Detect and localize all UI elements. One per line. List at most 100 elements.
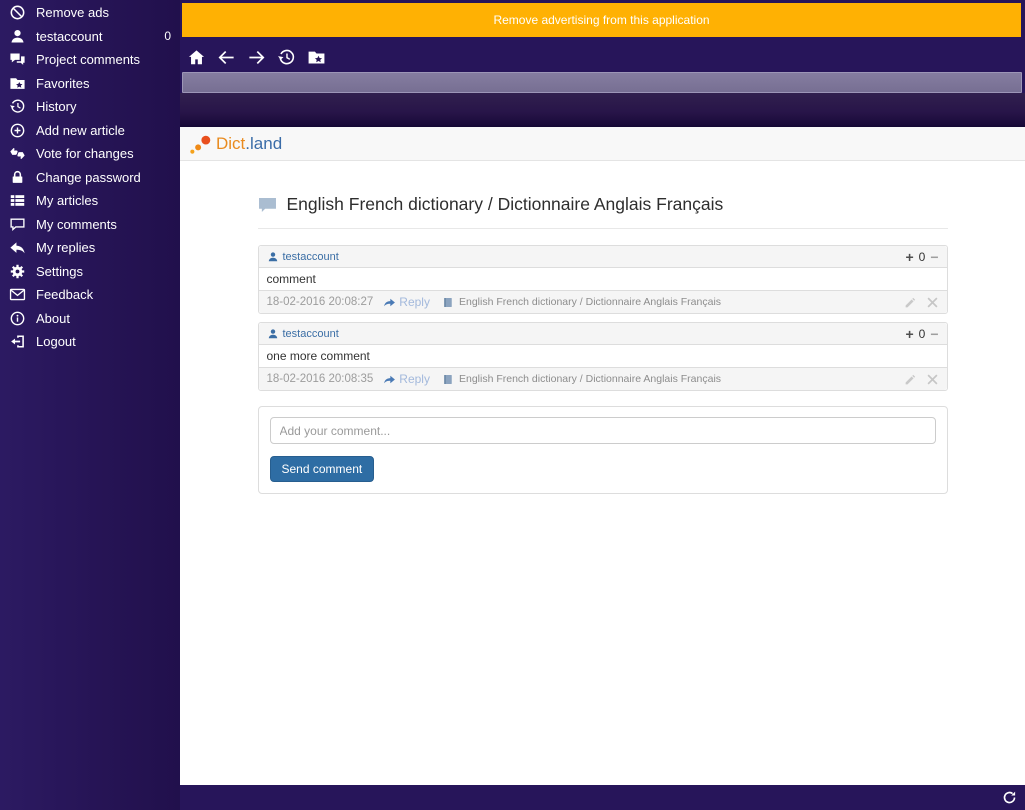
sidebar-item-label: Feedback — [36, 287, 94, 303]
sidebar-item-about[interactable]: About — [0, 307, 180, 331]
comment-author-name: testaccount — [282, 327, 339, 340]
comment-author-link[interactable]: testaccount — [267, 328, 339, 340]
comment-card-footer: 18-02-2016 20:08:35 Reply English French… — [258, 367, 947, 390]
comment-input[interactable] — [269, 417, 936, 444]
comment-timestamp: 18-02-2016 20:08:35 — [266, 373, 374, 385]
sidebar-item-my-comments[interactable]: My comments — [0, 213, 180, 237]
add-comment-form: Send comment — [257, 406, 948, 494]
favorites-folder-button[interactable] — [305, 45, 328, 69]
site-logo[interactable]: Dict .land — [188, 131, 282, 156]
folder-star-icon — [8, 74, 27, 93]
sidebar-item-my-replies[interactable]: My replies — [0, 236, 180, 260]
sidebar-item-settings[interactable]: Settings — [0, 260, 180, 284]
vote-controls: + 0 − — [905, 327, 938, 341]
sidebar-item-change-password[interactable]: Change password — [0, 166, 180, 190]
add-circle-icon — [8, 121, 27, 140]
chat-icon — [8, 50, 27, 69]
comment-icon — [8, 215, 27, 234]
info-icon — [8, 309, 27, 328]
sidebar-item-vote-changes[interactable]: Vote for changes — [0, 142, 180, 166]
comment-body: one more comment — [266, 349, 370, 363]
vote-count: 0 — [918, 249, 926, 264]
vote-down-button[interactable]: − — [930, 327, 938, 341]
list-icon — [8, 191, 27, 210]
address-bar[interactable] — [182, 72, 1022, 93]
sidebar-item-logout[interactable]: Logout — [0, 330, 180, 354]
delete-comment-button[interactable] — [926, 296, 939, 309]
edit-comment-button[interactable] — [904, 296, 917, 309]
sidebar-item-label: My articles — [36, 193, 99, 209]
article-link[interactable]: English French dictionary / Dictionnaire… — [442, 373, 721, 386]
close-icon — [927, 297, 937, 307]
refresh-icon — [1003, 791, 1016, 804]
edit-comment-button[interactable] — [904, 373, 917, 386]
sidebar-item-label: testaccount — [36, 28, 103, 44]
sidebar-item-label: Favorites — [36, 75, 90, 91]
home-icon — [188, 49, 205, 64]
forward-button[interactable] — [245, 45, 268, 69]
article-book-icon — [444, 297, 452, 307]
logo-text-land: .land — [245, 133, 283, 153]
user-icon — [268, 251, 277, 261]
remove-ads-banner[interactable]: Remove advertising from this application — [182, 3, 1021, 37]
reply-icon — [8, 238, 27, 257]
delete-comment-button[interactable] — [926, 373, 939, 386]
reply-button[interactable]: Reply — [383, 295, 430, 309]
logo-text-dict: Dict — [216, 133, 246, 153]
vote-controls: + 0 − — [905, 250, 938, 264]
vote-count: 0 — [918, 326, 926, 341]
close-icon — [927, 374, 937, 384]
comment-card-footer: 18-02-2016 20:08:27 Reply English French… — [258, 290, 947, 313]
sidebar-item-history[interactable]: History — [0, 95, 180, 119]
sidebar-item-label: Add new article — [36, 122, 125, 138]
no-ads-icon — [8, 3, 27, 22]
sidebar-item-project-comments[interactable]: Project comments — [0, 48, 180, 72]
send-comment-button[interactable]: Send comment — [269, 456, 375, 482]
vote-thumbs-icon — [8, 144, 27, 163]
sidebar-item-label: History — [36, 99, 77, 115]
sidebar-item-label: Change password — [36, 169, 141, 185]
pencil-icon — [905, 297, 915, 307]
sidebar-item-label: About — [36, 310, 70, 326]
user-icon — [8, 27, 27, 46]
home-button[interactable] — [185, 45, 208, 69]
sidebar-item-label: Logout — [36, 334, 76, 350]
comment-body: comment — [266, 272, 316, 286]
sidebar-item-feedback[interactable]: Feedback — [0, 283, 180, 307]
comment-author-name: testaccount — [282, 250, 339, 263]
page-title: English French dictionary / Dictionnaire… — [286, 194, 724, 214]
sidebar-item-label: Remove ads — [36, 5, 109, 21]
vote-down-button[interactable]: − — [930, 250, 938, 264]
sidebar-item-remove-ads[interactable]: Remove ads — [0, 1, 180, 25]
comment-card-header: testaccount + 0 − — [258, 323, 947, 345]
back-button[interactable] — [215, 45, 238, 69]
comments-bubble-icon — [258, 197, 277, 213]
dictland-dots-icon — [190, 135, 211, 154]
main-column: Remove advertising from this application — [180, 0, 1025, 810]
article-heading-row: English French dictionary / Dictionnaire… — [258, 194, 948, 215]
bottom-app-bar — [180, 785, 1025, 810]
navigation-toolbar — [185, 43, 328, 71]
comment-actions — [904, 373, 939, 386]
logout-icon — [8, 332, 27, 351]
envelope-icon — [8, 285, 27, 304]
user-icon — [268, 328, 277, 338]
vote-up-button[interactable]: + — [905, 250, 913, 264]
divider — [257, 228, 948, 229]
sidebar-item-my-articles[interactable]: My articles — [0, 189, 180, 213]
article-book-icon — [444, 374, 452, 384]
sidebar-item-label: Vote for changes — [36, 146, 134, 162]
vote-up-button[interactable]: + — [905, 327, 913, 341]
lock-icon — [8, 168, 27, 187]
article-link[interactable]: English French dictionary / Dictionnaire… — [442, 296, 721, 309]
sidebar-item-add-article[interactable]: Add new article — [0, 119, 180, 143]
sidebar-item-favorites[interactable]: Favorites — [0, 72, 180, 96]
sidebar-item-account[interactable]: testaccount 0 — [0, 25, 180, 49]
comment-timestamp: 18-02-2016 20:08:27 — [266, 296, 374, 308]
article-title: English French dictionary / Dictionnaire… — [458, 373, 722, 385]
refresh-button[interactable] — [1002, 790, 1017, 805]
sidebar-item-label: Project comments — [36, 52, 141, 68]
reply-button[interactable]: Reply — [383, 372, 430, 386]
comment-author-link[interactable]: testaccount — [267, 251, 339, 263]
history-button[interactable] — [275, 45, 298, 69]
